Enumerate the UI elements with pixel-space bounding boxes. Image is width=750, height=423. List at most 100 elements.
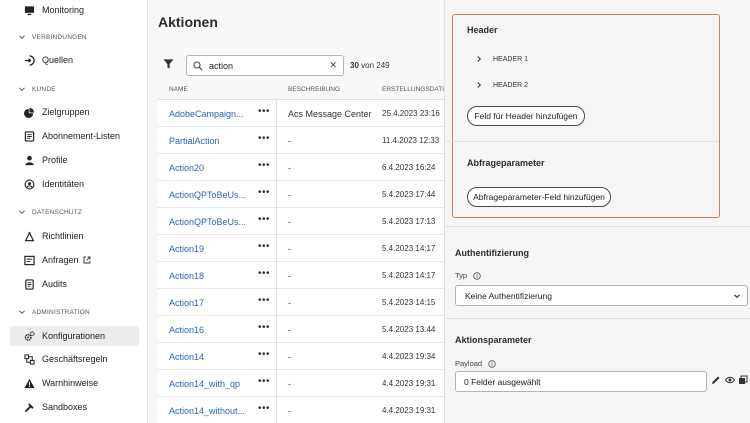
more-actions-icon[interactable]: ••• (258, 214, 270, 225)
more-actions-icon[interactable]: ••• (258, 376, 270, 387)
chevron-right-icon (475, 81, 483, 89)
payload-field[interactable]: 0 Felder ausgewählt (455, 371, 707, 392)
action-description: - (288, 271, 291, 281)
chevron-right-icon (475, 55, 483, 63)
column-divider (276, 262, 277, 288)
sidebar-item-geschaeftsregeln[interactable]: Geschäftsregeln (10, 349, 139, 369)
more-actions-icon[interactable]: ••• (258, 187, 270, 198)
eye-icon[interactable] (725, 375, 735, 385)
more-actions-icon[interactable]: ••• (258, 160, 270, 171)
sidebar-item-warnhinweise[interactable]: Warnhinweise (10, 373, 139, 393)
info-icon[interactable] (488, 359, 496, 368)
auth-type-select[interactable]: Keine Authentifizierung (455, 285, 748, 306)
sidebar-item-abonnement-listen[interactable]: Abonnement-Listen (10, 126, 139, 146)
list-icon (24, 130, 35, 142)
action-created-date: 5.4.2023 14:17 (382, 244, 436, 253)
edit-icon[interactable] (711, 375, 721, 385)
section-datenschutz[interactable]: DATENSCHUTZ (18, 206, 82, 218)
sidebar-item-zielgruppen[interactable]: Zielgruppen (10, 102, 139, 122)
rules-icon (24, 353, 35, 365)
header-item-2[interactable]: HEADER 2 (475, 81, 528, 89)
clear-icon[interactable]: ✕ (329, 60, 337, 71)
more-actions-icon[interactable]: ••• (258, 106, 270, 117)
type-label: Typ (455, 271, 481, 280)
filter-icon[interactable] (163, 58, 174, 70)
action-name-link[interactable]: AdobeCampaign... (169, 109, 244, 119)
table-row[interactable]: Action16 ••• - 5.4.2023 13:44 (158, 316, 444, 343)
sidebar-item-konfigurationen[interactable]: Konfigurationen (10, 326, 139, 346)
column-header-description[interactable]: BESCHREIBUNG (288, 86, 340, 93)
table-row[interactable]: ActionQPToBeUs... ••• - 5.4.2023 17:13 (158, 208, 444, 235)
header-item-1[interactable]: HEADER 1 (475, 55, 528, 63)
action-description: - (288, 325, 291, 335)
action-name-link[interactable]: Action19 (169, 244, 204, 254)
action-name-link[interactable]: Action20 (169, 163, 204, 173)
table-row[interactable]: Action14_without... ••• - 4.4.2023 19:31 (158, 397, 444, 423)
column-header-name[interactable]: NAME (169, 86, 188, 93)
action-description: - (288, 379, 291, 389)
search-input[interactable] (209, 60, 319, 71)
column-header-created[interactable]: ERSTELLUNGSDATU (382, 86, 447, 93)
actions-list-pane: Aktionen ✕ 30 von 249 NAME BESCHREIBUNG … (148, 0, 447, 423)
copy-icon[interactable] (738, 375, 748, 385)
action-name-link[interactable]: ActionQPToBeUs... (169, 217, 246, 227)
section-kunde[interactable]: KUNDE (18, 83, 56, 95)
column-divider (276, 343, 277, 369)
query-section-title: Abfrageparameter (467, 158, 545, 168)
info-icon[interactable] (473, 271, 481, 280)
sidebar-item-audits[interactable]: Audits (10, 274, 139, 294)
table-row[interactable]: Action14_with_qp ••• - 4.4.2023 19:31 (158, 370, 444, 397)
more-actions-icon[interactable]: ••• (258, 133, 270, 144)
action-name-link[interactable]: PartialAction (169, 136, 220, 146)
sidebar-item-sandboxes[interactable]: Sandboxes (10, 397, 139, 417)
action-name-link[interactable]: ActionQPToBeUs... (169, 190, 246, 200)
header-section-title: Header (467, 25, 498, 35)
table-row[interactable]: Action17 ••• - 5.4.2023 14:15 (158, 289, 444, 316)
sidebar-item-monitoring[interactable]: Monitoring (10, 0, 139, 20)
actions-table: NAME BESCHREIBUNG ERSTELLUNGSDATU AdobeC… (158, 80, 447, 423)
sidebar: Monitoring VERBINDUNGEN Quellen KUNDE Zi… (0, 0, 148, 423)
action-created-date: 6.4.2023 16:24 (382, 163, 436, 172)
section-administration[interactable]: ADMINISTRATION (18, 306, 90, 318)
sidebar-item-profile[interactable]: Profile (10, 150, 139, 170)
action-description: - (288, 298, 291, 308)
action-description: - (288, 136, 291, 146)
sidebar-item-identitaeten[interactable]: Identitäten (10, 174, 139, 194)
more-actions-icon[interactable]: ••• (258, 295, 270, 306)
action-name-link[interactable]: Action14_without... (169, 406, 245, 416)
sidebar-item-anfragen[interactable]: Anfragen (10, 250, 139, 270)
table-row[interactable]: Action14 ••• - 4.4.2023 19:34 (158, 343, 444, 370)
more-actions-icon[interactable]: ••• (258, 322, 270, 333)
more-actions-icon[interactable]: ••• (258, 268, 270, 279)
action-created-date: 11.4.2023 12:33 (382, 136, 440, 145)
identity-icon (24, 179, 35, 190)
action-name-link[interactable]: Action17 (169, 298, 204, 308)
page-title: Aktionen (158, 14, 218, 30)
gears-icon (24, 330, 35, 342)
section-verbindungen[interactable]: VERBINDUNGEN (18, 31, 87, 43)
more-actions-icon[interactable]: ••• (258, 241, 270, 252)
sidebar-item-quellen[interactable]: Quellen (10, 50, 139, 70)
more-actions-icon[interactable]: ••• (258, 349, 270, 360)
table-row[interactable]: Action19 ••• - 5.4.2023 14:17 (158, 235, 444, 262)
action-name-link[interactable]: Action18 (169, 271, 204, 281)
more-actions-icon[interactable]: ••• (258, 403, 270, 414)
table-row[interactable]: ActionQPToBeUs... ••• - 5.4.2023 17:44 (158, 181, 444, 208)
chevron-down-icon (734, 294, 740, 299)
auth-section-title: Authentifizierung (455, 248, 529, 258)
sidebar-item-richtlinien[interactable]: Richtlinien (10, 226, 139, 246)
action-created-date: 4.4.2023 19:31 (382, 379, 436, 388)
add-query-field-button[interactable]: Abfrageparameter-Feld hinzufügen (467, 187, 611, 207)
external-link-icon (83, 256, 91, 264)
action-config-panel: Header HEADER 1 HEADER 2 Feld für Header… (444, 0, 750, 423)
sandbox-icon (24, 402, 35, 413)
table-row[interactable]: Action20 ••• - 6.4.2023 16:24 (158, 154, 444, 181)
action-name-link[interactable]: Action14 (169, 352, 204, 362)
table-row[interactable]: Action18 ••• - 5.4.2023 14:17 (158, 262, 444, 289)
person-icon (24, 155, 35, 166)
add-header-field-button[interactable]: Feld für Header hinzufügen (467, 106, 585, 126)
table-row[interactable]: PartialAction ••• - 11.4.2023 12:33 (158, 127, 444, 154)
table-row[interactable]: AdobeCampaign... ••• Acs Message Center 25.… (158, 100, 444, 127)
action-name-link[interactable]: Action14_with_qp (169, 379, 240, 389)
action-name-link[interactable]: Action16 (169, 325, 204, 335)
